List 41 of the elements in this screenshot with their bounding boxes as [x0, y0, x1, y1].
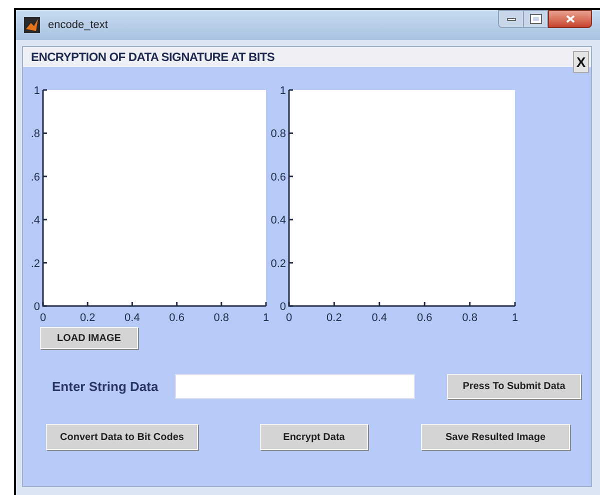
tick-label: 0.6	[270, 171, 286, 184]
string-input-field[interactable]	[175, 374, 415, 399]
tick-label: 0.8	[214, 312, 230, 324]
action-button[interactable]: Save Resulted Image	[421, 424, 570, 450]
minimize-button[interactable]	[498, 10, 524, 28]
tick-label: 1	[34, 85, 40, 97]
tick-label: 0.4	[270, 214, 286, 227]
tick-label: .8	[30, 128, 40, 140]
tick-label: .4	[30, 214, 40, 227]
tick-label: .6	[30, 171, 40, 184]
tick-label: 0.4	[124, 312, 140, 324]
tick-label: 0.2	[326, 312, 342, 324]
maximize-button[interactable]	[524, 10, 548, 28]
tick-label: 0.8	[270, 128, 286, 140]
tick-label: 0.2	[270, 258, 286, 270]
input-label: Enter String Data	[52, 378, 160, 396]
tick-label: 0.2	[80, 312, 96, 324]
action-button[interactable]: Convert Data to Bit Codes	[46, 424, 198, 450]
maximize-icon	[530, 15, 540, 23]
submit-button[interactable]: Press To Submit Data	[447, 374, 581, 399]
tick-label: .2	[30, 258, 40, 270]
tick-label: 0.6	[416, 312, 432, 324]
tick-label: 0.8	[462, 312, 478, 324]
tick-label: 1	[262, 312, 270, 324]
tick-label: 0	[280, 301, 286, 313]
tick-label: 0	[34, 301, 40, 313]
close-button[interactable]	[548, 10, 592, 28]
tick-label: 1	[512, 312, 518, 324]
tick-label: 0	[286, 312, 292, 324]
minimize-icon	[506, 18, 516, 20]
load-image-button[interactable]: LOAD IMAGE	[40, 327, 138, 349]
panel-close-button[interactable]: X	[573, 51, 589, 73]
window-title: encode_text	[48, 18, 108, 33]
tick-label: 0	[40, 312, 46, 324]
panel-title: ENCRYPTION OF DATA SIGNATURE AT BITS	[31, 49, 275, 66]
tick-label: 1	[280, 85, 286, 97]
action-button[interactable]: Encrypt Data	[260, 424, 368, 450]
close-icon	[566, 15, 574, 23]
app-logo-icon	[24, 17, 40, 33]
tick-label: 0.4	[372, 312, 388, 324]
tick-label: 0.6	[169, 312, 184, 324]
